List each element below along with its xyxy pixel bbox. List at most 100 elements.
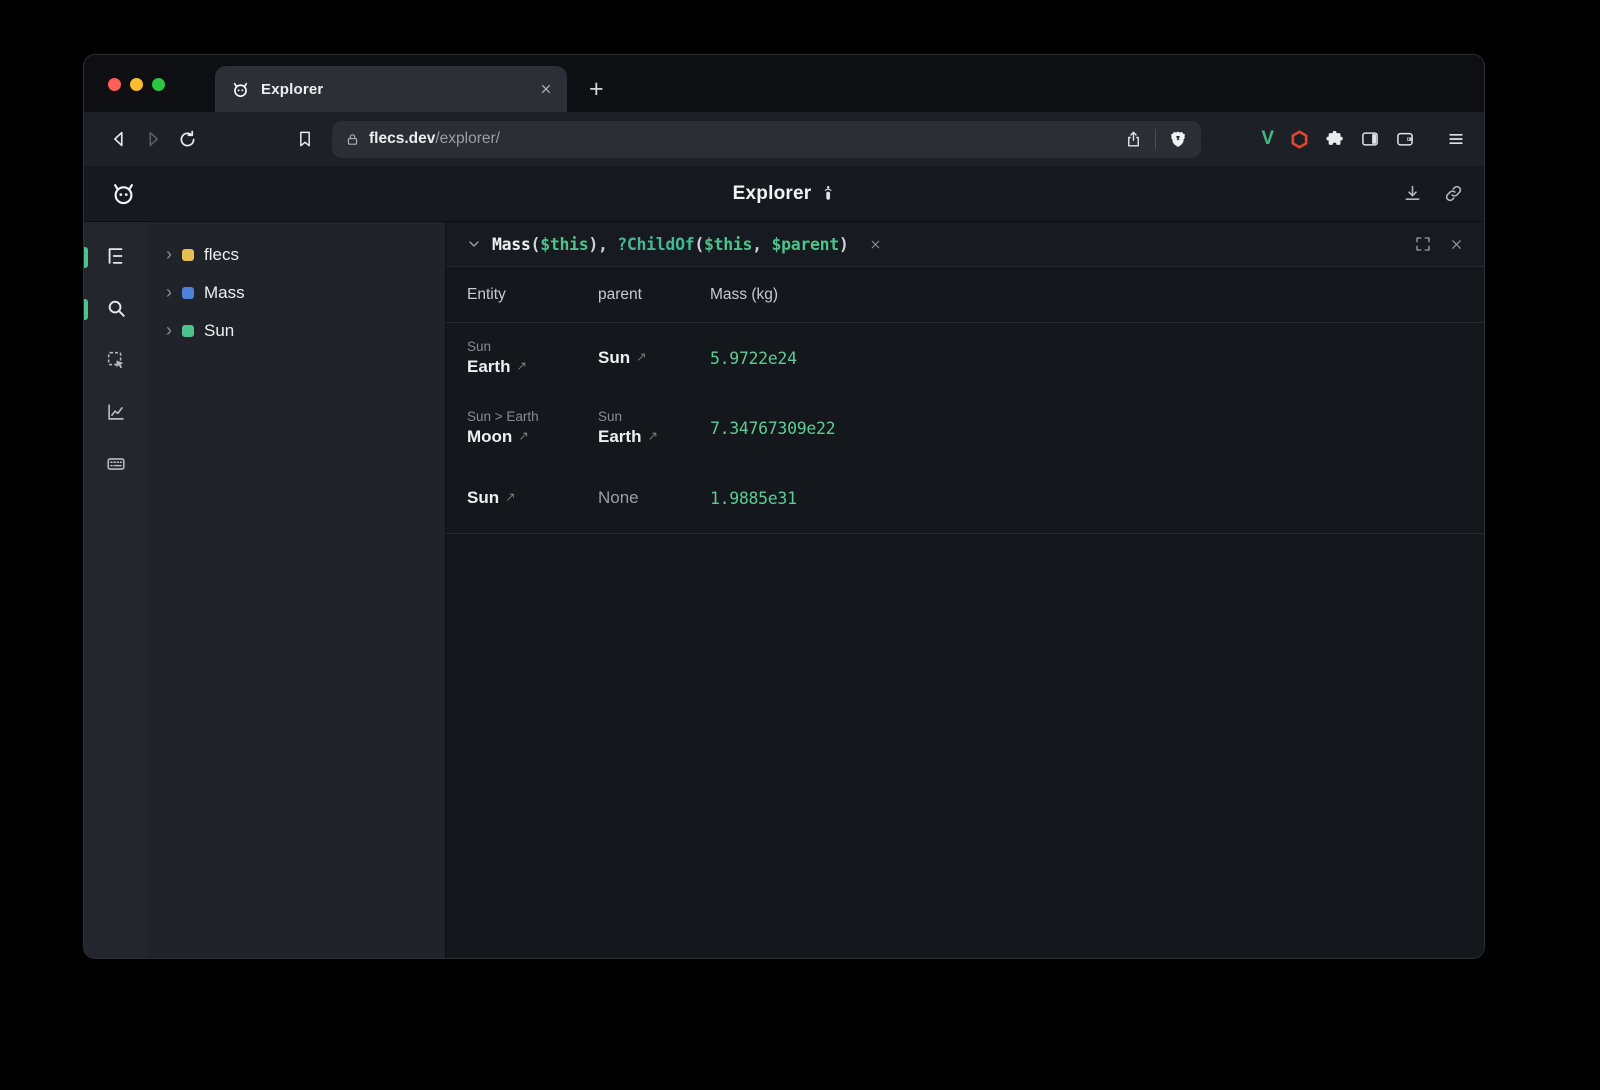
entity-color-swatch [182,325,194,337]
mass-value: 5.9722e24 [710,349,1484,368]
entity-color-swatch [182,249,194,261]
lock-icon [345,132,360,147]
parent-link[interactable]: Sun ↗ [598,348,710,368]
parent-cell: Sun Earth ↗ [598,409,710,447]
new-tab-button[interactable]: + [589,79,604,99]
query-token: ?ChildOf [617,235,694,254]
entity-path: Sun [598,409,710,424]
query-token: ( [694,235,704,254]
bookmark-icon[interactable] [288,122,322,156]
sidebar-toggle-icon[interactable] [1360,129,1380,149]
reload-button[interactable] [170,122,204,156]
column-header-parent: parent [598,286,710,304]
stats-chart-icon[interactable] [104,400,128,424]
extensions-puzzle-icon[interactable] [1325,129,1345,149]
query-token: ) [839,235,849,254]
search-icon[interactable] [104,296,128,320]
tree-item-label: Sun [204,321,234,341]
browser-window: Explorer + flecs.dev/explorer/ [84,55,1484,958]
query-panel: Mass($this), ?ChildOf($this, $parent) En… [445,222,1484,958]
wallet-icon[interactable] [1395,129,1415,149]
entity-name: None [598,488,639,508]
entity-tree-panel: ›flecs›Mass›Sun [148,222,445,958]
tree-item[interactable]: › Sun [166,312,445,350]
external-link-icon: ↗ [516,358,526,373]
tab-bar: Explorer + [84,55,1484,112]
query-text[interactable]: Mass($this), ?ChildOf($this, $parent) [492,235,849,254]
tree-item[interactable]: › flecs [166,236,445,274]
url-bar[interactable]: flecs.dev/explorer/ [332,121,1201,158]
table-header: Entity parent Mass (kg) [446,267,1484,323]
table-row: SunEarth↗Sun↗5.9722e24 [446,323,1484,393]
table-body: SunEarth↗Sun↗5.9722e24Sun > EarthMoon↗Su… [446,323,1484,534]
share-icon[interactable] [1124,130,1143,149]
remote-connection-icon [820,184,835,203]
share-link-icon[interactable] [1443,183,1464,204]
external-link-icon: ↗ [518,428,528,443]
url-bar-divider [1155,129,1156,149]
traffic-light[interactable] [130,78,143,91]
traffic-light[interactable] [108,78,121,91]
app-header: Explorer [84,166,1484,222]
navigation-bar: flecs.dev/explorer/ V [84,112,1484,166]
column-header-mass: Mass (kg) [710,286,1484,304]
fullscreen-icon[interactable] [1414,235,1432,253]
chevron-right-icon[interactable]: › [166,245,172,263]
tree-item[interactable]: ›Mass [166,274,445,312]
chevron-right-icon[interactable]: › [166,283,172,301]
hexagon-extension-icon[interactable] [1289,129,1310,150]
entity-name: Earth [598,427,641,447]
external-link-icon: ↗ [636,349,646,364]
tree-view-icon[interactable] [104,244,128,268]
chevron-right-icon[interactable]: › [166,321,172,339]
table-row: Sun > EarthMoon↗SunEarth↗7.34767309e22 [446,393,1484,463]
query-token: ( [531,235,541,254]
mass-value: 7.34767309e22 [710,419,1484,438]
entity-link[interactable]: Earth ↗ [467,357,598,377]
entity-name: Moon [467,427,512,447]
entity-link[interactable]: Moon ↗ [467,427,598,447]
active-panel-indicator [84,247,88,268]
parent-text: None [598,488,710,508]
traffic-light[interactable] [152,78,165,91]
query-token: Mass [492,235,531,254]
chevron-down-icon[interactable] [466,236,482,252]
entity-link[interactable]: Sun↗ [467,488,598,508]
download-icon[interactable] [1402,183,1423,204]
external-link-icon: ↗ [647,428,657,443]
parent-link[interactable]: Earth ↗ [598,427,710,447]
entity-name: Sun [467,488,499,508]
browser-tab[interactable]: Explorer [215,66,567,112]
tab-close-icon[interactable] [539,82,553,96]
url-path: /explorer/ [435,130,500,147]
entity-name: Sun [598,348,630,368]
column-header-entity: Entity [467,286,598,304]
sidebar-rail [84,222,148,958]
forward-button[interactable] [136,122,170,156]
query-token: , [752,235,771,254]
vue-devtools-icon[interactable]: V [1261,128,1274,150]
entity-cell: Sun > EarthMoon↗ [467,409,598,447]
brave-shields-icon[interactable] [1168,129,1188,149]
entity-cell: SunEarth↗ [467,339,598,377]
query-token: ), [588,235,617,254]
flecs-favicon-icon [231,80,250,99]
inspect-icon[interactable] [104,348,128,372]
back-button[interactable] [102,122,136,156]
tree-item-label: flecs [204,245,239,265]
entity-cell: Sun↗ [467,488,598,508]
commands-keyboard-icon[interactable] [104,452,128,476]
browser-menu-icon[interactable] [1446,129,1466,149]
extensions-cluster: V [1261,128,1466,150]
page-title: Explorer [733,183,812,205]
flecs-logo-icon[interactable] [110,180,137,207]
entity-tree-list: ›flecs›Mass›Sun [166,236,445,350]
traffic-lights [108,78,165,91]
close-panel-icon[interactable] [1449,237,1464,252]
entity-name: Earth [467,357,510,377]
mass-value: 1.9885e31 [710,489,1484,508]
active-panel-indicator [84,299,88,320]
query-clear-icon[interactable] [869,238,882,251]
entity-color-swatch [182,287,194,299]
tab-title: Explorer [261,81,528,98]
